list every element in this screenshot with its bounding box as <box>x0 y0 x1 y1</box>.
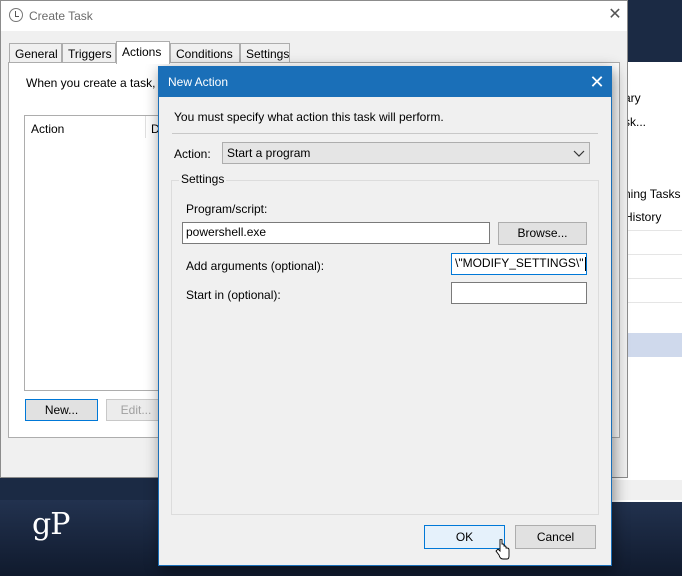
start-in-input[interactable] <box>451 282 587 304</box>
tab-triggers[interactable]: Triggers <box>62 43 116 63</box>
settings-group-title: Settings <box>179 172 227 186</box>
edit-action-button[interactable]: Edit... <box>106 399 166 421</box>
add-arguments-label: Add arguments (optional): <box>186 259 325 273</box>
mouse-pointer-icon <box>495 539 510 560</box>
add-arguments-input[interactable]: \"MODIFY_SETTINGS\" <box>451 253 587 275</box>
tab-conditions[interactable]: Conditions <box>170 43 240 63</box>
site-logo: gP <box>32 507 70 542</box>
action-label: Action: <box>174 147 211 161</box>
action-dropdown[interactable]: Start a program <box>222 142 590 164</box>
program-script-label: Program/script: <box>186 202 268 216</box>
new-action-titlebar: New Action ✕ <box>159 67 611 97</box>
actions-list[interactable]: Action D <box>24 115 164 391</box>
start-in-label: Start in (optional): <box>186 288 281 302</box>
actions-description: When you create a task, y <box>26 76 165 90</box>
browse-button[interactable]: Browse... <box>498 222 587 245</box>
close-icon[interactable]: ✕ <box>605 5 625 25</box>
new-action-dialog: New Action ✕ You must specify what actio… <box>158 66 612 566</box>
action-dropdown-value: Start a program <box>227 146 311 160</box>
new-action-button[interactable]: New... <box>25 399 98 421</box>
cancel-button[interactable]: Cancel <box>515 525 596 549</box>
divider <box>172 133 598 134</box>
tab-general[interactable]: General <box>9 43 62 63</box>
column-header-action[interactable]: Action <box>31 122 64 136</box>
bg-status-bar <box>610 480 682 500</box>
add-arguments-value: \"MODIFY_SETTINGS\" <box>455 256 584 270</box>
create-task-titlebar: Create Task ✕ <box>1 1 627 31</box>
clock-icon <box>9 8 23 22</box>
ok-button[interactable]: OK <box>424 525 505 549</box>
text-caret <box>584 256 586 271</box>
close-icon[interactable]: ✕ <box>585 70 609 94</box>
create-task-title: Create Task <box>29 9 93 23</box>
program-script-input[interactable]: powershell.exe <box>182 222 490 244</box>
column-separator[interactable] <box>145 116 146 138</box>
tab-actions[interactable]: Actions <box>116 41 170 64</box>
chevron-down-icon <box>573 145 585 164</box>
dialog-title: New Action <box>168 75 229 89</box>
tab-settings[interactable]: Settings <box>240 43 290 63</box>
instruction-text: You must specify what action this task w… <box>174 110 444 124</box>
